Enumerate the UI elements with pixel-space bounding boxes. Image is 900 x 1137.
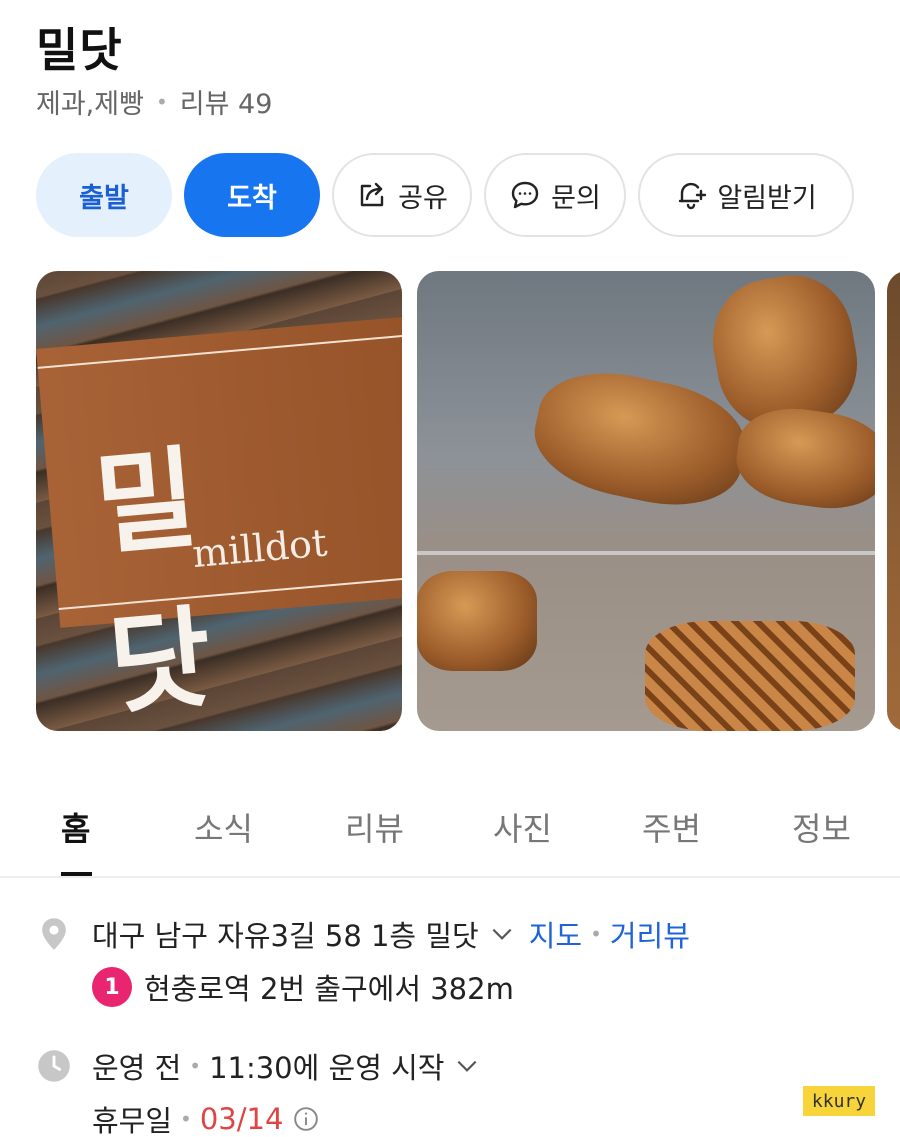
place-subtitle: 제과,제빵 • 리뷰 49 (36, 82, 272, 121)
tab-bar: 홈 소식 리뷰 사진 주변 정보 (0, 790, 900, 878)
separator-dot: • (180, 1107, 192, 1131)
clock-icon (38, 1050, 70, 1082)
hours-row: 운영 전 • 11:30에 운영 시작 (36, 1045, 494, 1087)
tab-info[interactable]: 정보 (792, 804, 851, 850)
chat-bubble-icon (511, 181, 539, 209)
depart-button[interactable]: 출발 (36, 153, 172, 237)
watermark: kkury (803, 1086, 875, 1116)
active-tab-indicator (61, 872, 92, 876)
rack-line (417, 551, 875, 555)
address-text: 대구 남구 자유3길 58 1층 밀닷 (92, 919, 479, 953)
tab-photos[interactable]: 사진 (493, 804, 552, 850)
share-icon (360, 182, 384, 207)
share-label: 공유 (398, 182, 448, 214)
separator-dot: • (590, 922, 602, 946)
tab-reviews[interactable]: 리뷰 (345, 804, 404, 850)
map-pin-icon (42, 918, 66, 950)
hours-detail: 11:30에 운영 시작 (209, 1051, 445, 1085)
pastry (645, 621, 855, 731)
chevron-down-icon[interactable] (454, 1053, 480, 1079)
share-button[interactable]: 공유 (332, 153, 472, 237)
holiday-date: 03/14 (199, 1102, 284, 1136)
bell-plus-icon (679, 182, 707, 210)
tab-news[interactable]: 소식 (194, 804, 253, 850)
photo-third-peek[interactable] (887, 271, 900, 731)
holiday-row: 휴무일 • 03/14 (92, 1098, 319, 1137)
notify-label: 알림받기 (717, 182, 817, 214)
inquiry-button[interactable]: 문의 (484, 153, 626, 237)
chevron-down-icon[interactable] (489, 921, 515, 947)
review-count[interactable]: 리뷰 49 (180, 82, 273, 121)
separator-dot: • (189, 1054, 202, 1078)
place-category: 제과,제빵 (36, 89, 144, 120)
action-buttons: 출발 도착 공유 문의 알림받기 (36, 153, 854, 237)
tab-nearby[interactable]: 주변 (642, 804, 701, 850)
transit-text: 현충로역 2번 출구에서 382m (144, 972, 514, 1006)
holiday-label: 휴무일 (92, 1104, 173, 1137)
info-icon[interactable] (293, 1106, 319, 1132)
hours-status: 운영 전 (92, 1051, 182, 1085)
street-view-link[interactable]: 거리뷰 (610, 913, 690, 955)
transit-row: 1 현충로역 2번 출구에서 382m (92, 966, 514, 1008)
separator-dot: • (155, 89, 168, 114)
arrive-button[interactable]: 도착 (184, 153, 320, 237)
arrive-label: 도착 (227, 182, 277, 214)
wooden-sign: 밀 닷 milldot (36, 315, 402, 730)
pastry (417, 571, 537, 671)
photo-bread[interactable] (417, 271, 875, 731)
map-link[interactable]: 지도 (529, 913, 582, 955)
address-row: 대구 남구 자유3길 58 1층 밀닷 지도 • 거리뷰 (36, 913, 690, 955)
photo-sign[interactable]: 밀 닷 milldot (36, 271, 402, 731)
place-title: 밀닷 (36, 23, 123, 77)
tab-home[interactable]: 홈 (61, 804, 90, 850)
inquiry-label: 문의 (551, 182, 601, 214)
bread-loaf (731, 401, 875, 516)
notify-button[interactable]: 알림받기 (638, 153, 854, 237)
depart-label: 출발 (79, 182, 129, 214)
subway-line-badge: 1 (92, 967, 132, 1007)
